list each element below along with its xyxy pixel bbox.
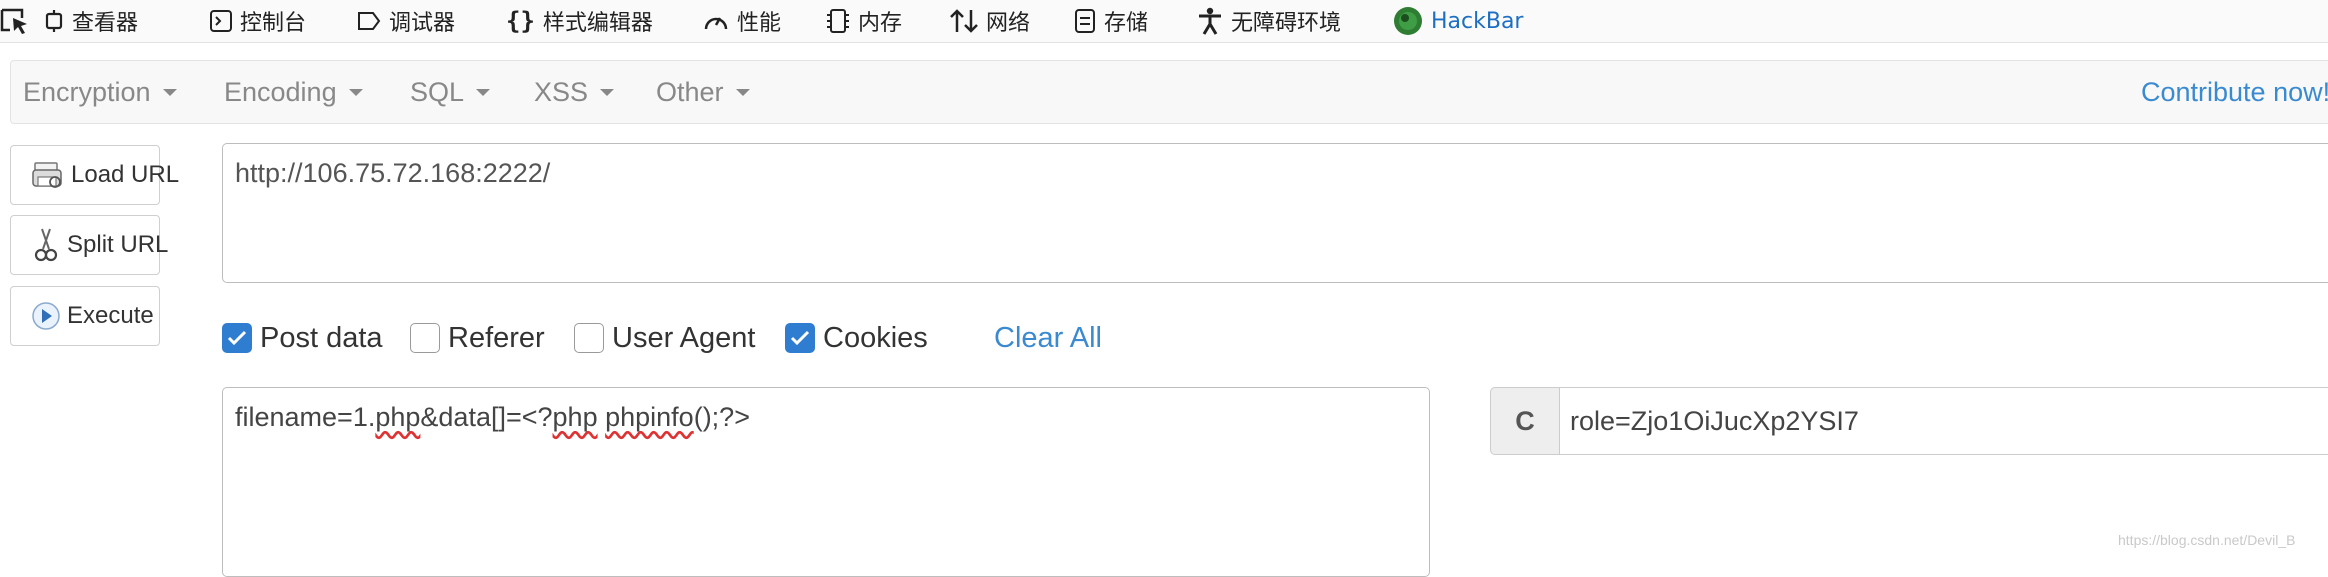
url-textarea[interactable]: http://106.75.72.168:2222/ [222, 143, 2328, 283]
checkbox-unchecked-icon[interactable] [410, 323, 440, 353]
tab-memory[interactable]: 内存 [826, 0, 902, 42]
performance-icon [704, 17, 728, 30]
memory-icon [827, 9, 849, 33]
caret-down-icon [600, 88, 615, 96]
load-url-icon [32, 162, 62, 188]
load-url-button[interactable]: Load URL [10, 145, 179, 205]
tab-label: HackBar [1431, 8, 1524, 34]
post-text: &data[]=<? [420, 402, 553, 432]
tab-label: 网络 [986, 11, 1031, 36]
referer-checkbox[interactable]: Referer [410, 318, 545, 358]
console-icon [210, 10, 232, 32]
tab-hackbar[interactable]: HackBar [1393, 0, 1523, 42]
accessibility-icon [1199, 7, 1221, 35]
tab-accessibility[interactable]: 无障碍环境 [1197, 0, 1341, 42]
post-data-label: Post data [260, 321, 383, 354]
menu-xss[interactable]: XSS [534, 61, 615, 123]
checkbox-unchecked-icon[interactable] [574, 323, 604, 353]
post-text [598, 402, 606, 432]
execute-label: Execute [67, 302, 154, 329]
inspector-icon [45, 10, 63, 32]
debugger-icon [358, 12, 381, 30]
menu-label: Encoding [224, 76, 337, 107]
style-editor-icon: {} [506, 7, 535, 35]
split-url-label: Split URL [67, 231, 169, 258]
user-agent-checkbox[interactable]: User Agent [574, 318, 755, 358]
tab-label: 内存 [858, 11, 903, 36]
cookies-label: Cookies [823, 321, 928, 354]
cookie-input[interactable]: role=Zjo1OiJucXp2YSI7 [1559, 387, 2328, 455]
tab-label: 查看器 [72, 11, 139, 36]
caret-down-icon [348, 88, 363, 96]
menu-encryption[interactable]: Encryption [23, 61, 177, 123]
split-url-button[interactable]: Split URL [10, 215, 168, 275]
storage-icon [1075, 9, 1095, 33]
spellcheck-word: phpinfo [605, 402, 694, 432]
caret-down-icon [162, 88, 177, 96]
user-agent-label: User Agent [612, 321, 756, 354]
menu-label: XSS [534, 76, 589, 107]
execute-button[interactable]: Execute [10, 286, 160, 346]
post-text: ();?> [693, 402, 750, 432]
menu-label: Other [656, 76, 724, 107]
devtools-toolbar: 查看器 控制台 调试器 {} 样式编辑器 性能 内存 网络 存储 无障碍环境 H… [0, 0, 2328, 43]
spellcheck-word: php [552, 402, 598, 432]
tab-label: 存储 [1104, 11, 1149, 36]
tab-console[interactable]: 控制台 [210, 0, 306, 42]
referer-label: Referer [448, 321, 545, 354]
contribute-link[interactable]: Contribute now! [2141, 61, 2328, 123]
tab-style-editor[interactable]: {} 样式编辑器 [506, 0, 653, 42]
tab-label: 无障碍环境 [1231, 11, 1342, 36]
checkbox-checked-icon[interactable] [785, 323, 815, 353]
tab-label: 调试器 [389, 11, 456, 36]
spellcheck-word: php [375, 402, 421, 432]
tab-inspector[interactable]: 查看器 [44, 0, 138, 42]
tab-network[interactable]: 网络 [950, 0, 1030, 42]
scissors-icon [34, 228, 58, 262]
post-text: filename=1. [235, 402, 376, 432]
play-icon [32, 302, 60, 330]
menu-label: SQL [410, 76, 465, 107]
caret-down-icon [735, 88, 750, 96]
load-url-label: Load URL [71, 161, 180, 188]
tab-performance[interactable]: 性能 [703, 0, 781, 42]
hackbar-logo-icon [1394, 7, 1422, 35]
tab-label: 控制台 [240, 11, 307, 36]
menu-encoding[interactable]: Encoding [224, 61, 363, 123]
post-data-checkbox[interactable]: Post data [222, 318, 383, 358]
clear-all-link[interactable]: Clear All [994, 318, 1102, 358]
tab-debugger[interactable]: 调试器 [357, 0, 455, 42]
menu-sql[interactable]: SQL [410, 61, 491, 123]
post-data-textarea[interactable]: filename=1.php&data[]=<?php phpinfo();?> [222, 387, 1430, 577]
menu-other[interactable]: Other [656, 61, 750, 123]
cookie-addon-label: C [1490, 387, 1560, 455]
caret-down-icon [476, 88, 491, 96]
element-picker-icon[interactable] [0, 6, 30, 36]
menu-label: Encryption [23, 76, 151, 107]
tab-label: 性能 [737, 11, 782, 36]
cookies-checkbox[interactable]: Cookies [785, 318, 928, 358]
network-icon [950, 9, 978, 33]
tab-storage[interactable]: 存储 [1074, 0, 1148, 42]
hackbar-menubar: Encryption Encoding SQL XSS Other Contri… [10, 60, 2328, 124]
watermark: https://blog.csdn.net/Devil_B [2118, 532, 2296, 548]
tab-label: 样式编辑器 [542, 11, 653, 36]
checkbox-checked-icon[interactable] [222, 323, 252, 353]
